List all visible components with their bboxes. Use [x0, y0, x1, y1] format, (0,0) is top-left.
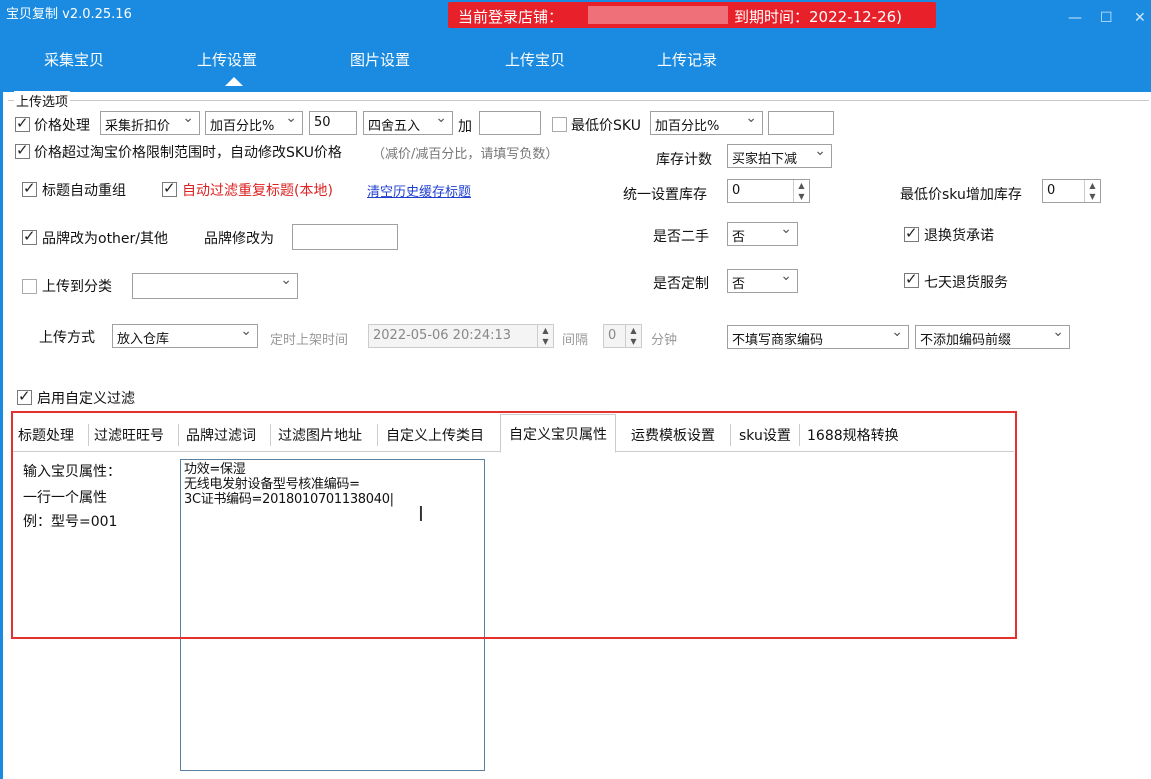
maximize-icon[interactable]: ☐: [1100, 10, 1113, 26]
uniform-stock-value: 0: [732, 183, 741, 198]
price-mode-select[interactable]: 加百分比%: [205, 111, 303, 135]
min-sku-label: 最低价SKU: [571, 118, 641, 134]
main-nav: 采集宝贝 上传设置 图片设置 上传宝贝 上传记录: [0, 36, 1151, 92]
enable-custom-filter-label: 启用自定义过滤: [37, 391, 135, 407]
min-sku-value-input[interactable]: [768, 111, 834, 135]
nav-upload-items[interactable]: 上传宝贝: [505, 49, 565, 70]
secondhand-label: 是否二手: [653, 229, 709, 245]
upload-category-label: 上传到分类: [42, 279, 112, 295]
brand-modify-input[interactable]: [292, 224, 398, 250]
clear-cache-link[interactable]: 清空历史缓存标题: [367, 181, 471, 200]
expire-time: 到期时间：2022-12-26): [734, 8, 903, 26]
interval-value: 0: [608, 328, 617, 343]
code-prefix-select[interactable]: 不添加编码前缀: [915, 325, 1070, 349]
custom-made-label: 是否定制: [653, 276, 709, 292]
upload-method-label: 上传方式: [39, 330, 95, 346]
auto-modify-sku-label: 价格超过淘宝价格限制范围时，自动修改SKU价格: [34, 145, 342, 161]
title-bar: 宝贝复制 v2.0.25.16 当前登录店铺： 到期时间：2022-12-26)…: [0, 0, 1151, 36]
custom-made-select[interactable]: 否: [727, 269, 798, 293]
timed-listing-label: 定时上架时间: [270, 333, 349, 348]
highlight-box: [11, 411, 1017, 639]
app-title: 宝贝复制 v2.0.25.16: [6, 7, 132, 22]
stock-count-select[interactable]: 买家拍下减: [727, 144, 832, 168]
interval-spinner[interactable]: 0 ▲ ▼: [603, 324, 642, 348]
upload-category-select[interactable]: [132, 273, 298, 299]
spin-arrows-icon[interactable]: ▲ ▼: [537, 325, 553, 347]
spin-arrows-icon[interactable]: ▲ ▼: [625, 325, 641, 347]
price-process-label: 价格处理: [34, 118, 90, 134]
enable-custom-filter-checkbox[interactable]: [17, 387, 32, 405]
minimize-icon[interactable]: —: [1068, 10, 1082, 26]
interval-label: 间隔: [562, 333, 589, 348]
spin-arrows-icon[interactable]: ▲ ▼: [1084, 180, 1100, 202]
masked-store-name: [588, 6, 728, 24]
min-sku-checkbox[interactable]: [552, 117, 567, 132]
close-icon[interactable]: ✕: [1134, 10, 1146, 26]
return-promise-checkbox[interactable]: [904, 224, 919, 242]
min-sku-add-stock-label: 最低价sku增加库存: [900, 187, 1022, 203]
window-edge: [0, 92, 3, 779]
brand-other-label: 品牌改为other/其他: [42, 231, 169, 247]
secondhand-select[interactable]: 否: [727, 222, 798, 246]
timed-listing-value: 2022-05-06 20:24:13: [373, 328, 512, 343]
seven-day-return-checkbox[interactable]: [904, 270, 919, 288]
negative-hint: （减价/减百分比，请填写负数）: [372, 147, 559, 162]
title-regroup-checkbox[interactable]: [22, 179, 37, 197]
minute-label: 分钟: [651, 333, 678, 348]
min-sku-add-stock-spinner[interactable]: 0 ▲ ▼: [1042, 179, 1101, 203]
price-value-input[interactable]: 50: [309, 111, 357, 135]
rounding-select[interactable]: 四舍五入: [363, 111, 453, 135]
auto-filter-title-checkbox[interactable]: [162, 179, 177, 197]
return-promise-label: 退换货承诺: [924, 228, 994, 244]
price-source-select[interactable]: 采集折扣价: [100, 111, 200, 135]
active-nav-caret: [225, 77, 243, 86]
stock-count-label: 库存计数: [656, 152, 712, 168]
login-banner: 当前登录店铺： 到期时间：2022-12-26): [448, 2, 936, 28]
nav-upload-settings[interactable]: 上传设置: [197, 49, 257, 70]
min-sku-mode-select[interactable]: 加百分比%: [650, 111, 763, 135]
login-store-label: 当前登录店铺：: [458, 8, 564, 26]
nav-image-settings[interactable]: 图片设置: [350, 49, 410, 70]
auto-modify-sku-checkbox[interactable]: [15, 141, 30, 159]
upload-category-checkbox[interactable]: [22, 279, 37, 294]
nav-collect[interactable]: 采集宝贝: [44, 49, 104, 70]
upload-method-select[interactable]: 放入仓库: [112, 324, 258, 348]
add-label: 加: [458, 119, 472, 135]
min-sku-add-stock-value: 0: [1047, 183, 1056, 198]
nav-upload-log[interactable]: 上传记录: [657, 49, 717, 70]
seven-day-return-label: 七天退货服务: [924, 275, 1008, 291]
auto-filter-title-label: 自动过滤重复标题(本地): [182, 183, 333, 199]
brand-modify-label: 品牌修改为: [204, 231, 274, 247]
price-process-checkbox[interactable]: [15, 114, 30, 132]
group-title: 上传选项: [14, 91, 71, 110]
merchant-code-select[interactable]: 不填写商家编码: [727, 325, 909, 349]
uniform-stock-spinner[interactable]: 0 ▲ ▼: [727, 179, 810, 203]
timed-listing-datetime[interactable]: 2022-05-06 20:24:13 ▲ ▼: [368, 324, 554, 348]
title-regroup-label: 标题自动重组: [42, 183, 126, 199]
spin-arrows-icon[interactable]: ▲ ▼: [793, 180, 809, 202]
brand-other-checkbox[interactable]: [22, 227, 37, 245]
uniform-stock-label: 统一设置库存: [623, 187, 707, 203]
add-value-input[interactable]: [479, 111, 541, 135]
